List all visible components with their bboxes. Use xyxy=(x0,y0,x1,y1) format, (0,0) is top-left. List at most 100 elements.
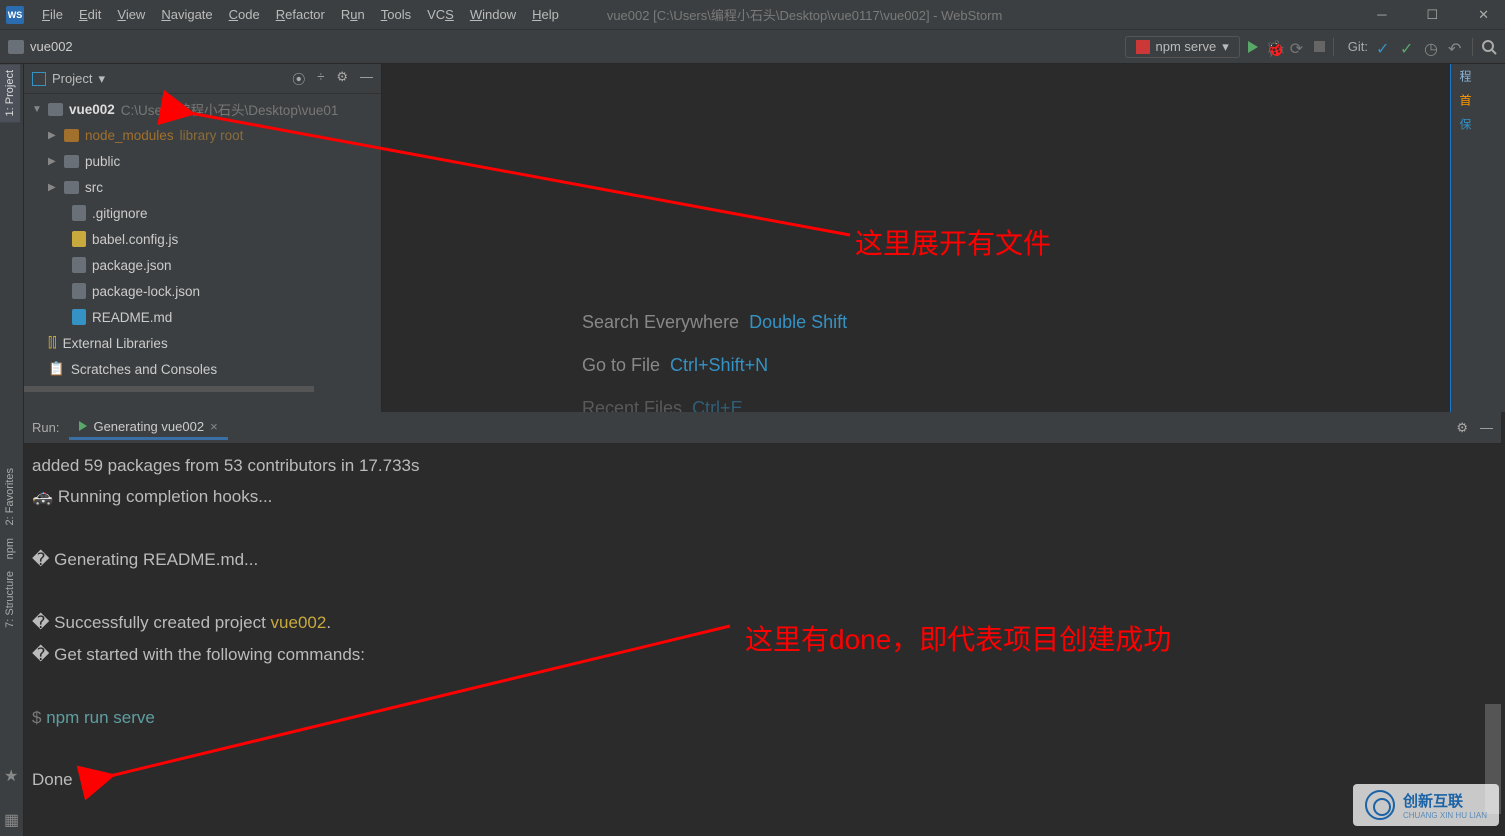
gear-icon[interactable]: ⚙ xyxy=(336,69,348,88)
console-line xyxy=(32,670,1493,701)
console-line: $ npm run serve xyxy=(32,702,1493,733)
git-update-icon[interactable]: ✓ xyxy=(1376,39,1392,55)
console-line: added 59 packages from 53 contributors i… xyxy=(32,450,1493,481)
run-header: Run: Generating vue002 × ⚙ — xyxy=(24,412,1501,444)
tree-src[interactable]: ▶ src xyxy=(24,174,381,200)
console-line: 🚓 Running completion hooks... xyxy=(32,481,1493,512)
json-file-icon xyxy=(72,257,86,273)
coverage-button[interactable]: ⟳ xyxy=(1290,39,1306,55)
folder-icon xyxy=(8,40,24,54)
console-line xyxy=(32,513,1493,544)
menu-view[interactable]: View xyxy=(109,7,153,22)
chevron-right-icon[interactable]: ▶ xyxy=(48,130,58,141)
menu-vcs[interactable]: VCS xyxy=(419,7,462,22)
window-title: vue002 [C:\Users\编程小石头\Desktop\vue0117\v… xyxy=(607,5,1002,24)
tab-structure[interactable]: 7: Structure xyxy=(0,565,20,634)
tab-npm[interactable]: npm xyxy=(0,532,20,565)
json-file-icon xyxy=(72,283,86,299)
menu-navigate[interactable]: Navigate xyxy=(153,7,220,22)
console-done: Done xyxy=(32,764,1493,795)
chevron-right-icon[interactable]: ▶ xyxy=(48,156,58,167)
navbar: vue002 npm serve ▾ 🐞 ⟳ Git: ✓ ✓ ◷ ↶ xyxy=(0,30,1505,64)
run-tool-window: Run: Generating vue002 × ⚙ — added 59 pa… xyxy=(24,412,1501,836)
gear-icon[interactable]: ⚙ xyxy=(1456,420,1468,436)
tree-gitignore[interactable]: .gitignore xyxy=(24,200,381,226)
expand-icon[interactable]: ÷ xyxy=(317,69,324,88)
gutter-label2[interactable]: 首 xyxy=(1451,88,1480,112)
watermark-brand: 创新互联 xyxy=(1403,790,1487,811)
tree-readme[interactable]: README.md xyxy=(24,304,381,330)
tree-package[interactable]: package.json xyxy=(24,252,381,278)
search-icon[interactable] xyxy=(1481,39,1497,55)
minus-icon[interactable]: — xyxy=(1480,420,1493,436)
minimize-icon[interactable]: ─ xyxy=(1367,7,1396,23)
menu-run[interactable]: Run xyxy=(333,7,373,22)
js-file-icon xyxy=(72,231,86,247)
md-file-icon xyxy=(72,309,86,325)
chevron-down-icon[interactable]: ▼ xyxy=(32,104,42,115)
tab-favorites[interactable]: 2: Favorites xyxy=(0,462,20,531)
breadcrumb-text: vue002 xyxy=(30,39,73,54)
git-label: Git: xyxy=(1348,39,1368,54)
git-revert-icon[interactable]: ↶ xyxy=(1448,39,1464,55)
console-output[interactable]: added 59 packages from 53 contributors i… xyxy=(24,444,1501,836)
gutter-label[interactable]: 程 xyxy=(1451,64,1480,88)
maximize-icon[interactable]: ☐ xyxy=(1416,7,1448,23)
console-line: � Successfully created project vue002. xyxy=(32,607,1493,638)
menu-code[interactable]: Code xyxy=(221,7,268,22)
menu-tools[interactable]: Tools xyxy=(373,7,419,22)
project-view-select[interactable]: Project ▾ xyxy=(32,71,105,87)
folder-icon xyxy=(64,129,79,142)
folder-icon xyxy=(64,155,79,168)
close-tab-icon[interactable]: × xyxy=(210,419,218,434)
run-tab[interactable]: Generating vue002 × xyxy=(69,416,227,440)
menu-window[interactable]: Window xyxy=(462,7,524,22)
hide-icon[interactable]: — xyxy=(360,69,373,88)
menu-file[interactable]: File xyxy=(34,7,71,22)
left-tool-tabs: 1: Project 2: Favorites npm 7: Structure… xyxy=(0,64,24,836)
tab-project[interactable]: 1: Project xyxy=(0,64,20,122)
library-icon: ⫿⫿ xyxy=(48,335,57,351)
git-commit-icon[interactable]: ✓ xyxy=(1400,39,1416,55)
watermark-logo-icon xyxy=(1365,790,1395,820)
tree-scrollbar[interactable] xyxy=(24,386,314,392)
tree-public[interactable]: ▶ public xyxy=(24,148,381,174)
chevron-right-icon[interactable]: ▶ xyxy=(48,182,58,193)
play-icon xyxy=(79,421,87,431)
locate-icon[interactable]: ⦿ xyxy=(292,69,305,88)
run-config-label: npm serve xyxy=(1156,39,1217,54)
git-history-icon[interactable]: ◷ xyxy=(1424,39,1440,55)
tree-external-libs[interactable]: ⫿⫿ External Libraries xyxy=(24,330,381,356)
watermark-sub: CHUANG XIN HU LIAN xyxy=(1403,811,1487,820)
gutter-label3[interactable]: 保 xyxy=(1451,112,1480,136)
debug-button[interactable]: 🐞 xyxy=(1266,39,1282,55)
webstorm-logo-icon: WS xyxy=(6,6,24,24)
scratch-icon: 📋 xyxy=(48,361,65,377)
structure-icon[interactable]: ▦ xyxy=(4,810,19,830)
run-button[interactable] xyxy=(1248,41,1258,53)
run-config-selector[interactable]: npm serve ▾ xyxy=(1125,36,1240,58)
tree-scratches[interactable]: 📋 Scratches and Consoles xyxy=(24,356,381,382)
project-tree[interactable]: ▼ vue002 C:\Users\编程小石头\Desktop\vue01 ▶ … xyxy=(24,94,381,412)
folder-icon xyxy=(64,181,79,194)
breadcrumb[interactable]: vue002 xyxy=(8,39,73,54)
favorite-star-icon[interactable]: ★ xyxy=(4,766,19,786)
close-icon[interactable]: ✕ xyxy=(1468,7,1499,23)
tip-search: Search Everywhere Double Shift xyxy=(582,312,1450,333)
tree-node-modules[interactable]: ▶ node_modules library root xyxy=(24,122,381,148)
tree-root[interactable]: ▼ vue002 C:\Users\编程小石头\Desktop\vue01 xyxy=(24,96,381,122)
right-gutter: 程 首 保 xyxy=(1450,64,1505,412)
menu-help[interactable]: Help xyxy=(524,7,567,22)
console-line xyxy=(32,733,1493,764)
tree-babel[interactable]: babel.config.js xyxy=(24,226,381,252)
stop-button[interactable] xyxy=(1314,41,1325,52)
console-line: � Get started with the following command… xyxy=(32,639,1493,670)
console-line xyxy=(32,576,1493,607)
console-line: � Generating README.md... xyxy=(32,544,1493,575)
menu-edit[interactable]: Edit xyxy=(71,7,109,22)
editor-empty: Search Everywhere Double Shift Go to Fil… xyxy=(382,64,1450,412)
titlebar: WS File Edit View Navigate Code Refactor… xyxy=(0,0,1505,30)
tree-packagelock[interactable]: package-lock.json xyxy=(24,278,381,304)
chevron-down-icon: ▾ xyxy=(1222,39,1229,55)
menu-refactor[interactable]: Refactor xyxy=(268,7,333,22)
